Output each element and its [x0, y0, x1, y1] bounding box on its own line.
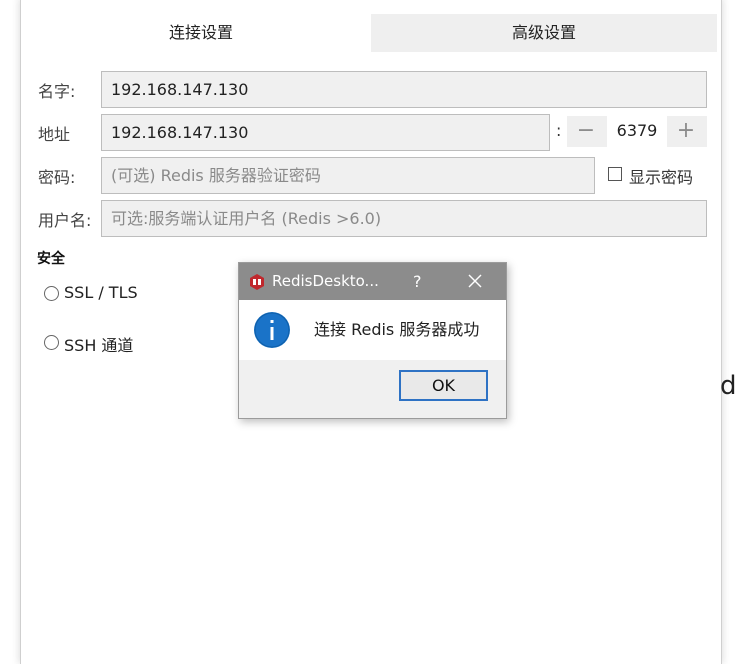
dialog-message: 连接 Redis 服务器成功 — [314, 320, 480, 339]
show-password-label[interactable]: 显示密码 — [629, 164, 693, 188]
tab-advanced-settings[interactable]: 高级设置 — [371, 14, 717, 52]
port-stepper[interactable]: − 6379 + — [567, 116, 707, 147]
show-password-checkbox[interactable] — [608, 167, 622, 181]
username-input[interactable]: 可选:服务端认证用户名 (Redis >6.0) — [101, 200, 707, 237]
password-input[interactable]: (可选) Redis 服务器验证密码 — [101, 157, 595, 194]
help-button[interactable]: ? — [413, 263, 422, 300]
port-separator: : — [556, 121, 562, 140]
settings-tabs: 连接设置 高级设置 — [31, 14, 717, 54]
close-icon[interactable] — [467, 273, 483, 289]
ssh-tunnel-radio[interactable] — [44, 335, 59, 350]
security-section-title: 安全 — [37, 251, 65, 267]
port-input[interactable]: 6379 — [607, 116, 667, 147]
dialog-body: 连接 Redis 服务器成功 — [239, 300, 506, 360]
ssl-tls-radio[interactable] — [44, 286, 59, 301]
address-label: 地址 — [38, 125, 71, 144]
info-icon — [254, 312, 290, 348]
clipped-text-fragment: d — [720, 371, 737, 401]
ok-button[interactable]: OK — [399, 370, 488, 401]
address-input[interactable]: 192.168.147.130 — [101, 114, 550, 151]
ssl-tls-label[interactable]: SSL / TLS — [64, 283, 138, 302]
password-label: 密码: — [38, 168, 76, 187]
ssh-tunnel-label[interactable]: SSH 通道 — [64, 332, 133, 356]
name-label: 名字: — [38, 82, 76, 101]
name-input[interactable]: 192.168.147.130 — [101, 71, 707, 108]
username-label: 用户名: — [38, 211, 92, 230]
port-decrement-button[interactable]: − — [567, 116, 605, 147]
dialog-titlebar[interactable]: RedisDeskto... ? — [239, 263, 506, 300]
port-increment-button[interactable]: + — [667, 116, 705, 147]
tab-connection-settings[interactable]: 连接设置 — [31, 14, 371, 52]
connection-success-dialog: RedisDeskto... ? 连接 Redis 服务器成功 OK — [238, 262, 507, 419]
dialog-title: RedisDeskto... — [272, 272, 379, 290]
redis-icon — [250, 274, 264, 290]
